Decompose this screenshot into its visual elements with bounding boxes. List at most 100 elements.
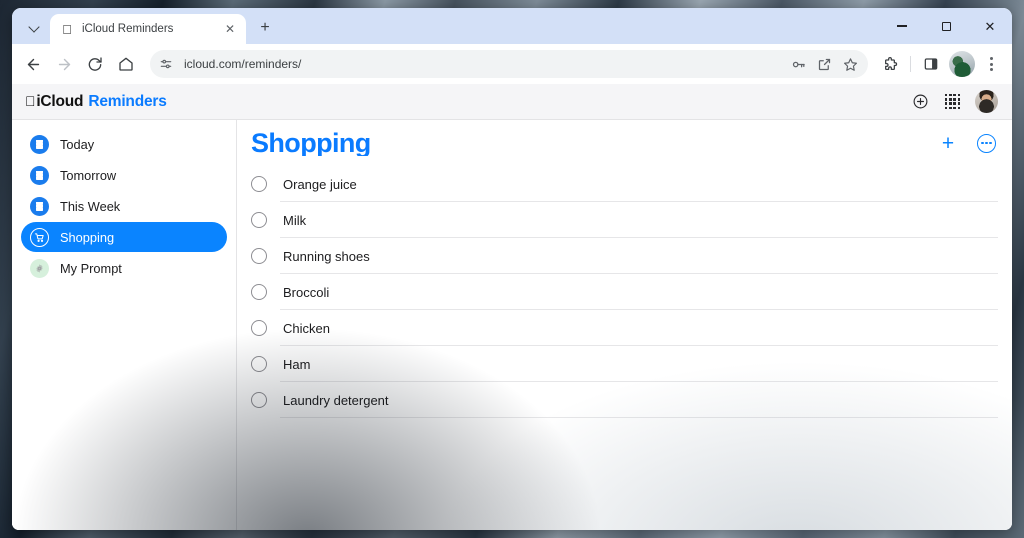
reminder-row[interactable]: Orange juice [249, 166, 998, 202]
profile-avatar-icon [949, 51, 975, 77]
share-icon [818, 58, 830, 70]
tab-close-icon[interactable]: ✕ [222, 21, 238, 37]
app-name: Reminders [78, 92, 167, 110]
password-key-icon [792, 61, 805, 67]
reminder-title: Milk [283, 212, 307, 228]
home-button[interactable] [111, 49, 141, 79]
sidebar-item-tomorrow[interactable]: Tomorrow [21, 160, 227, 190]
reminder-checkbox[interactable] [251, 176, 267, 192]
maximize-icon [941, 21, 951, 31]
home-icon [119, 57, 133, 71]
sidebar-item-my-prompt[interactable]: My Prompt [21, 253, 227, 283]
browser-window:  iCloud Reminders ✕ + ✕ [12, 8, 1012, 530]
omnibox-actions [786, 52, 862, 76]
close-icon: ✕ [984, 18, 996, 34]
reminder-title: Orange juice [283, 176, 357, 192]
reminder-checkbox[interactable] [251, 392, 267, 408]
minimize-icon [897, 25, 907, 27]
sidebar-item-label: Today [60, 136, 95, 152]
reminder-title: Chicken [283, 320, 330, 336]
apple-logo-icon:  [25, 93, 36, 109]
plus-circle-icon [913, 94, 928, 109]
three-dot-menu-icon [989, 57, 993, 61]
site-settings-icon [160, 59, 172, 69]
gear-icon [30, 258, 49, 278]
reminder-checkbox[interactable] [251, 212, 267, 228]
brand-name: iCloud [26, 92, 83, 110]
sidebar-item-shopping[interactable]: Shopping [21, 222, 227, 252]
account-avatar-button[interactable] [975, 90, 998, 113]
page-title: Shopping [251, 130, 371, 156]
compose-button[interactable] [911, 92, 930, 111]
browser-menu-button[interactable] [978, 49, 1004, 79]
reminder-title: Ham [283, 356, 311, 372]
tab-title: iCloud Reminders [82, 23, 174, 35]
list-lines-icon [30, 134, 49, 154]
list-header: Shopping + [249, 120, 998, 166]
reminder-row[interactable]: Chicken [249, 310, 998, 346]
icloud-brand[interactable]: iCloudReminders [25, 93, 167, 111]
window-minimize-button[interactable] [880, 9, 924, 43]
chevron-down-icon [30, 23, 39, 32]
address-bar-url: icloud.com/reminders/ [184, 57, 302, 71]
extensions-puzzle-icon [885, 57, 898, 70]
browser-toolbar: icloud.com/reminders/ [12, 44, 1012, 84]
reload-icon [88, 57, 102, 71]
add-reminder-button[interactable]: + [937, 132, 959, 154]
new-tab-button[interactable]: + [252, 15, 278, 41]
sidebar-item-today[interactable]: Today [21, 129, 227, 159]
reminders-main-panel: Shopping + Orange juice Milk Running sho… [237, 120, 1012, 530]
window-controls: ✕ [880, 8, 1012, 44]
page-content: iCloudReminders [12, 84, 1012, 530]
browser-tab-icloud-reminders[interactable]:  iCloud Reminders ✕ [50, 14, 246, 44]
tab-search-button[interactable] [20, 14, 48, 40]
reminder-checkbox[interactable] [251, 320, 267, 336]
plus-icon: + [260, 19, 270, 36]
password-key-button[interactable] [786, 52, 810, 76]
sidebar-item-this-week[interactable]: This Week [21, 191, 227, 221]
apps-grid-icon [944, 93, 961, 110]
reminder-checkbox[interactable] [251, 248, 267, 264]
plus-icon: + [941, 131, 955, 155]
reminder-title: Laundry detergent [283, 392, 389, 408]
sidebar-item-label: Shopping [60, 229, 115, 245]
app-body: Today Tomorrow This Week Shopping My Pro… [12, 120, 1012, 530]
profile-avatar-button[interactable] [949, 51, 975, 77]
side-panel-button[interactable] [916, 49, 946, 79]
sidebar: Today Tomorrow This Week Shopping My Pro… [12, 120, 237, 530]
window-maximize-button[interactable] [924, 9, 968, 43]
bookmark-star-icon [843, 57, 857, 71]
reminder-checkbox[interactable] [251, 284, 267, 300]
forward-arrow-icon [58, 58, 70, 70]
reminder-title: Broccoli [283, 284, 330, 300]
reminder-list: Orange juice Milk Running shoes Broccoli… [249, 166, 998, 418]
back-button[interactable] [18, 49, 48, 79]
sidebar-item-label: Tomorrow [60, 167, 117, 183]
reminder-row[interactable]: Laundry detergent [249, 382, 998, 418]
icloud-app-header: iCloudReminders [12, 84, 1012, 120]
forward-button[interactable] [49, 49, 79, 79]
sidebar-item-label: My Prompt [60, 260, 122, 276]
bookmark-star-button[interactable] [838, 52, 862, 76]
reload-button[interactable] [80, 49, 110, 79]
reminder-checkbox[interactable] [251, 356, 267, 372]
reminder-row[interactable]: Milk [249, 202, 998, 238]
list-options-button[interactable] [977, 133, 996, 153]
extensions-button[interactable] [875, 49, 905, 79]
apps-launcher-button[interactable] [943, 92, 962, 111]
desktop-background:  iCloud Reminders ✕ + ✕ [0, 0, 1024, 538]
reminder-row[interactable]: Running shoes [249, 238, 998, 274]
site-settings-button[interactable] [154, 52, 178, 76]
more-circle-icon [981, 141, 984, 145]
reminder-title: Running shoes [283, 248, 370, 264]
toolbar-divider [910, 56, 911, 72]
reminder-row[interactable]: Ham [249, 346, 998, 382]
window-close-button[interactable]: ✕ [968, 9, 1012, 43]
list-lines-icon [30, 165, 49, 185]
side-panel-icon [924, 58, 938, 70]
tab-strip:  iCloud Reminders ✕ + ✕ [12, 8, 1012, 44]
list-lines-icon [30, 196, 49, 216]
address-bar[interactable]: icloud.com/reminders/ [150, 50, 868, 78]
reminder-row[interactable]: Broccoli [249, 274, 998, 310]
share-button[interactable] [812, 52, 836, 76]
